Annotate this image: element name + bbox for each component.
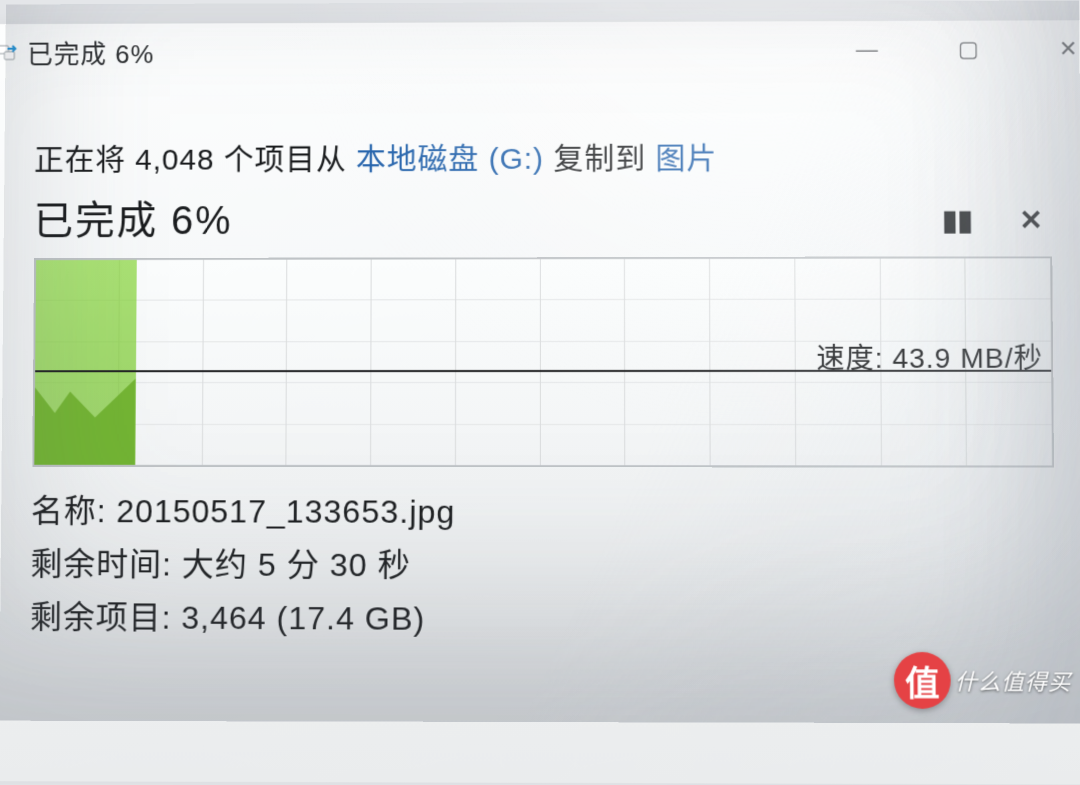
watermark-badge-icon: 值 <box>894 652 951 709</box>
items-from-text: 个项目从 <box>224 143 347 176</box>
time-label: 剩余时间: <box>30 546 172 583</box>
speed-label: 速度: 43.9 MB/秒 <box>816 337 1043 377</box>
watermark: 值 什么值得买 <box>894 652 1072 709</box>
titlebar: 已完成 6% — ▢ ✕ <box>0 20 1080 81</box>
source-link[interactable]: 本地磁盘 (G:) <box>356 143 544 176</box>
speed-chart: 速度: 43.9 MB/秒 <box>32 256 1054 467</box>
items-label: 剩余项目: <box>30 599 172 636</box>
item-count: 4,048 <box>135 144 214 177</box>
pause-button[interactable]: ▮▮ <box>942 203 973 236</box>
prefix-text: 正在将 <box>34 144 126 177</box>
window-title: 已完成 6% <box>27 34 154 71</box>
window-controls: — ▢ ✕ <box>856 36 1080 63</box>
progress-header-row: 已完成 6% ▮▮ ✕ <box>33 183 1051 258</box>
detail-time: 剩余时间: 大约 5 分 30 秒 <box>30 538 1066 595</box>
speed-label-text: 速度: <box>816 343 883 374</box>
time-value: 大约 5 分 30 秒 <box>182 546 411 583</box>
speed-value: 43.9 MB/秒 <box>892 343 1043 374</box>
close-button[interactable]: ✕ <box>1059 36 1078 62</box>
copy-description: 正在将 4,048 个项目从 本地磁盘 (G:) 复制到 图片 <box>34 133 1051 179</box>
progress-actions: ▮▮ ✕ <box>942 203 1051 236</box>
dialog-content: 正在将 4,048 个项目从 本地磁盘 (G:) 复制到 图片 已完成 6% ▮… <box>0 78 1080 676</box>
copy-to-text: 复制到 <box>553 143 646 176</box>
name-value: 20150517_133653.jpg <box>116 493 455 530</box>
progress-percent-header: 已完成 6% <box>33 188 232 246</box>
maximize-button[interactable]: ▢ <box>958 37 979 63</box>
details-block: 名称: 20150517_133653.jpg 剩余时间: 大约 5 分 30 … <box>30 485 1067 648</box>
destination-link[interactable]: 图片 <box>655 143 717 176</box>
detail-items: 剩余项目: 3,464 (17.4 GB) <box>30 591 1066 649</box>
minimize-button[interactable]: — <box>856 37 878 63</box>
watermark-text: 什么值得买 <box>955 664 1072 697</box>
detail-name: 名称: 20150517_133653.jpg <box>31 485 1067 540</box>
cancel-button[interactable]: ✕ <box>1019 203 1043 236</box>
name-label: 名称: <box>31 493 107 529</box>
items-value: 3,464 (17.4 GB) <box>181 599 425 636</box>
copy-progress-icon <box>0 43 21 63</box>
